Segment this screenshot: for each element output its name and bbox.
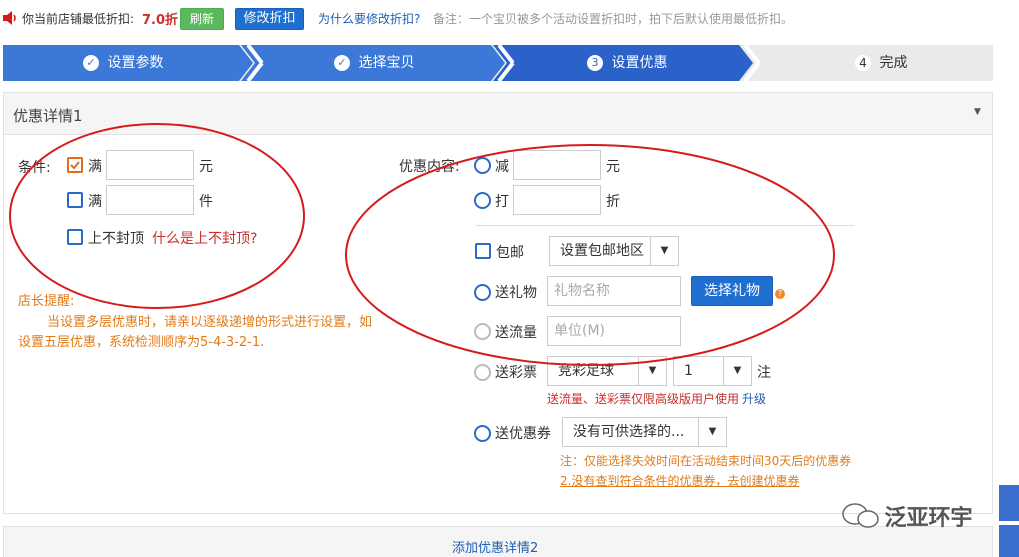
why-modify-link[interactable]: 为什么要修改折扣?: [318, 10, 420, 27]
refresh-button[interactable]: 刷新: [180, 8, 224, 30]
tip-title: 店长提醒:: [18, 294, 75, 309]
full-amount-input[interactable]: [106, 150, 194, 180]
chevron-down-icon: ▼: [650, 237, 678, 265]
full-amount-checkbox[interactable]: [67, 157, 83, 173]
check-icon: ✓: [83, 55, 99, 71]
wechat-icon: [842, 503, 879, 528]
shipping-region-dropdown[interactable]: 设置包邮地区 ▼: [549, 236, 679, 266]
reduce-radio[interactable]: [474, 157, 491, 174]
speaker-icon: [3, 11, 16, 25]
lottery-type-dropdown[interactable]: 竞彩足球 ▼: [547, 356, 667, 386]
reduce-label: 减: [495, 159, 509, 175]
lottery-unit: 注: [757, 365, 771, 381]
side-tab-2[interactable]: [999, 525, 1019, 557]
lottery-radio[interactable]: [474, 364, 491, 381]
full-count-input[interactable]: [106, 185, 194, 215]
no-cap-label: 上不封顶: [88, 231, 144, 247]
no-cap-help-link[interactable]: 什么是上不封顶?: [152, 228, 257, 248]
shipping-region-text: 设置包邮地区: [560, 243, 644, 259]
full-amount-label: 满: [88, 159, 102, 175]
side-tab-1[interactable]: [999, 485, 1019, 521]
coupon-dropdown[interactable]: 没有可供选择的... ▼: [562, 417, 727, 447]
coupon-text: 没有可供选择的...: [573, 424, 685, 440]
step-4: 4 完成: [855, 45, 907, 81]
chevron-down-icon: ▼: [723, 357, 751, 385]
panel-title: 优惠详情1: [13, 107, 83, 125]
modify-discount-button[interactable]: 修改折扣: [235, 8, 304, 30]
free-shipping-checkbox[interactable]: [475, 243, 491, 259]
check-icon: ✓: [334, 55, 350, 71]
step-3: 3 设置优惠: [587, 45, 667, 81]
lowest-discount-label: 你当前店铺最低折扣:: [22, 12, 135, 26]
coupon-label: 送优惠券: [495, 426, 551, 442]
step-progress-bar: ✓ 设置参数 ✓ 选择宝贝 3 设置优惠 4 完成: [3, 45, 993, 81]
panel-header[interactable]: 优惠详情1 ▼: [4, 93, 992, 135]
tip-line-1: 当设置多层优惠时，请亲以逐级递增的形式进行设置，如: [47, 315, 373, 330]
watermark-text: 泛亚环宇: [884, 506, 973, 531]
add-detail-link[interactable]: 添加优惠详情2: [452, 537, 538, 556]
no-cap-checkbox[interactable]: [67, 229, 83, 245]
step-1: ✓ 设置参数: [83, 45, 163, 81]
reduce-unit: 元: [606, 159, 620, 175]
jian-unit: 件: [199, 194, 213, 210]
discount-label: 打: [495, 194, 509, 210]
gift-name-input[interactable]: 礼物名称: [547, 276, 681, 306]
data-plan-radio[interactable]: [474, 323, 491, 340]
step-1-label: 设置参数: [107, 55, 164, 71]
lowest-discount-value: 7.0折: [142, 13, 179, 28]
discount-note: 备注：一个宝贝被多个活动设置折扣时，拍下后默认使用最低折扣。: [433, 12, 794, 26]
reduce-amount-input[interactable]: [513, 150, 601, 180]
full-count-label: 满: [88, 194, 102, 210]
upgrade-link[interactable]: 升级: [742, 390, 766, 407]
step-3-label: 设置优惠: [611, 55, 668, 71]
gift-radio[interactable]: [474, 284, 491, 301]
data-plan-input[interactable]: 单位(M): [547, 316, 681, 346]
divider: [476, 225, 854, 226]
gift-label: 送礼物: [495, 285, 537, 301]
select-gift-button[interactable]: 选择礼物: [691, 276, 773, 306]
data-plan-label: 送流量: [495, 325, 537, 341]
discount-unit: 折: [606, 194, 620, 210]
premium-only-note: 送流量、送彩票仅限高级版用户使用: [547, 392, 740, 406]
lottery-label: 送彩票: [495, 365, 537, 381]
discount-radio[interactable]: [474, 192, 491, 209]
lottery-type-text: 竞彩足球: [558, 363, 614, 379]
top-bar: 你当前店铺最低折扣: 7.0折 刷新 修改折扣 为什么要修改折扣? 备注：一个宝…: [0, 0, 1019, 36]
discount-input[interactable]: [513, 185, 601, 215]
info-icon[interactable]: ?: [775, 289, 785, 299]
full-count-checkbox[interactable]: [67, 192, 83, 208]
chevron-down-icon: ▼: [638, 357, 666, 385]
step-3-number: 3: [587, 55, 603, 71]
lottery-count-dropdown[interactable]: 1 ▼: [673, 356, 752, 386]
free-shipping-label: 包邮: [496, 245, 524, 261]
offer-label: 优惠内容:: [399, 159, 460, 175]
step-4-number: 4: [855, 55, 871, 71]
lottery-count-text: 1: [684, 363, 693, 379]
step-2-label: 选择宝贝: [358, 55, 415, 71]
step-2: ✓ 选择宝贝: [334, 45, 414, 81]
coupon-radio[interactable]: [474, 425, 491, 442]
condition-label: 条件:: [18, 160, 51, 176]
collapse-caret-icon[interactable]: ▼: [974, 107, 981, 117]
checkmark-icon: [70, 161, 80, 170]
watermark: 泛亚环宇: [842, 500, 972, 532]
coupon-note: 注：仅能选择失效时间在活动结束时间30天后的优惠券: [560, 454, 852, 468]
create-coupon-link[interactable]: 2.没有查到符合条件的优惠券，去创建优惠券: [560, 472, 799, 489]
tip-line-2: 设置五层优惠，系统检测顺序为5-4-3-2-1.: [18, 335, 265, 350]
yuan-unit: 元: [199, 159, 213, 175]
chevron-down-icon: ▼: [698, 418, 726, 446]
step-4-label: 完成: [879, 55, 908, 71]
